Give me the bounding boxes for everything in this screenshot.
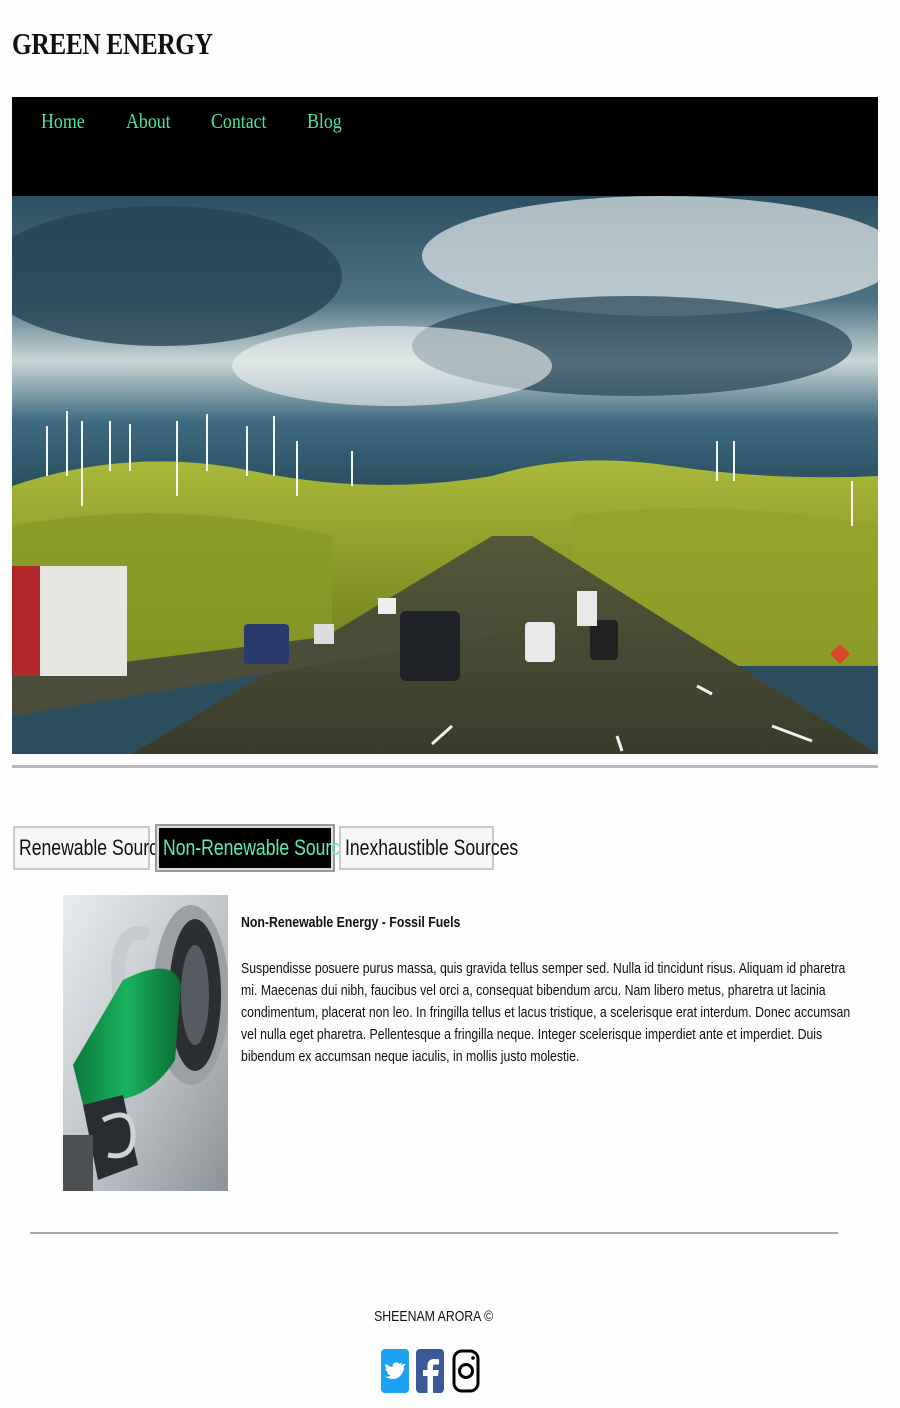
divider-bottom bbox=[30, 1232, 838, 1234]
instagram-icon[interactable] bbox=[452, 1349, 480, 1393]
tab-inexhaustible-sources[interactable]: Inexhaustible Sources bbox=[339, 826, 518, 870]
tab-label: Renewable Sources bbox=[19, 835, 177, 860]
content-heading: Non-Renewable Energy - Fossil Fuels bbox=[241, 914, 461, 931]
fuel-pump-nozzle-photo bbox=[63, 895, 228, 1191]
highway-wind-turbines-photo bbox=[12, 196, 878, 754]
tab-renewable-sources[interactable]: Renewable Sources bbox=[13, 826, 177, 870]
nav-link-about[interactable]: About bbox=[126, 109, 171, 134]
fuel-pump-image bbox=[63, 895, 228, 1191]
page: GREEN ENERGY Home About Contact Blog Ren… bbox=[0, 0, 900, 1408]
hero-image bbox=[12, 196, 878, 754]
site-title: GREEN ENERGY bbox=[12, 26, 213, 61]
nav-link-home[interactable]: Home bbox=[41, 109, 85, 134]
tab-non-renewable-sources[interactable]: Non-Renewable Sources bbox=[157, 826, 359, 870]
footer-credit: SHEENAM ARORA © bbox=[0, 1308, 868, 1325]
navbar: Home About Contact Blog bbox=[12, 97, 878, 196]
facebook-icon[interactable] bbox=[416, 1349, 444, 1393]
tab-label: Non-Renewable Sources bbox=[163, 835, 359, 860]
content-body: Suspendisse posuere purus massa, quis gr… bbox=[241, 960, 851, 1065]
nav-link-blog[interactable]: Blog bbox=[307, 109, 342, 134]
twitter-icon[interactable] bbox=[381, 1349, 409, 1393]
footer-credit-text: SHEENAM ARORA © bbox=[374, 1308, 494, 1325]
tab-label: Inexhaustible Sources bbox=[345, 835, 519, 860]
divider-top bbox=[12, 765, 878, 768]
nav-link-contact[interactable]: Contact bbox=[211, 109, 267, 134]
